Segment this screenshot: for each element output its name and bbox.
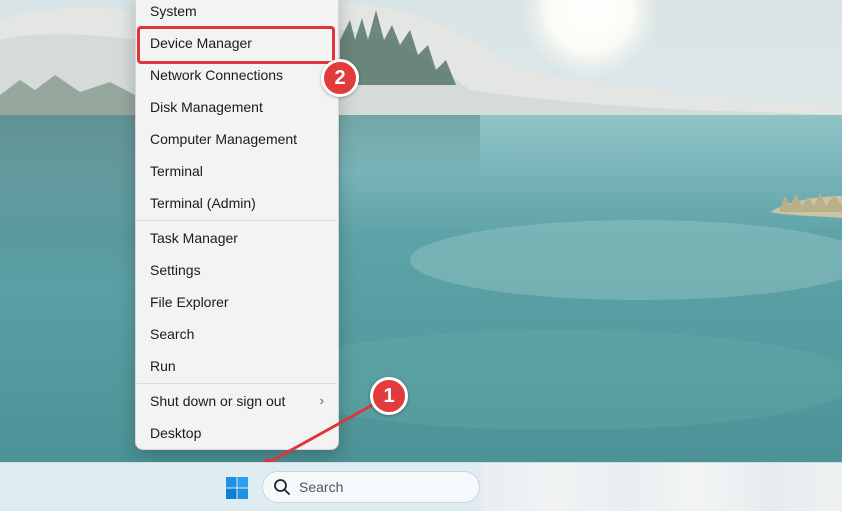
start-button[interactable] [222,473,252,503]
menu-item-label: Shut down or sign out [150,393,286,409]
menu-item-label: Desktop [150,425,202,441]
step-badge-2: 2 [321,59,359,97]
menu-item-label: Task Manager [150,230,238,246]
menu-item-shut-down-or-sign-out[interactable]: Shut down or sign out › [136,386,338,416]
menu-item-run[interactable]: Run [136,351,338,381]
menu-item-file-explorer[interactable]: File Explorer [136,287,338,317]
menu-item-label: System [150,3,197,19]
menu-item-label: Run [150,358,176,374]
menu-item-search[interactable]: Search [136,319,338,349]
taskbar: Search [0,462,842,511]
menu-item-desktop[interactable]: Desktop [136,418,338,448]
menu-item-system[interactable]: System [136,0,338,26]
search-placeholder: Search [299,479,344,495]
menu-item-settings[interactable]: Settings [136,255,338,285]
menu-item-terminal-admin[interactable]: Terminal (Admin) [136,188,338,218]
menu-item-label: Disk Management [150,99,263,115]
menu-item-label: Computer Management [150,131,298,147]
menu-item-network-connections[interactable]: Network Connections [136,60,338,90]
chevron-right-icon: › [319,393,324,408]
menu-item-device-manager[interactable]: Device Manager [136,28,338,58]
menu-item-computer-management[interactable]: Computer Management [136,124,338,154]
menu-item-label: Device Manager [150,35,252,51]
blurred-taskbar-tray [481,463,842,511]
search-icon [274,479,290,495]
desktop-wallpaper [0,0,842,462]
menu-item-label: Terminal [150,163,203,179]
menu-item-label: Search [150,326,195,342]
menu-separator [137,220,337,221]
menu-separator [137,383,337,384]
menu-item-terminal[interactable]: Terminal [136,156,338,186]
taskbar-search-box[interactable]: Search [262,471,480,503]
windows-logo-icon [226,477,248,499]
desktop-screen: System Device Manager Network Connection… [0,0,842,511]
menu-item-disk-management[interactable]: Disk Management [136,92,338,122]
menu-item-label: Settings [150,262,201,278]
winx-context-menu: System Device Manager Network Connection… [135,0,339,450]
step-badge-1: 1 [370,377,408,415]
menu-item-task-manager[interactable]: Task Manager [136,223,338,253]
menu-item-label: Terminal (Admin) [150,195,256,211]
menu-item-label: File Explorer [150,294,229,310]
menu-item-label: Network Connections [150,67,284,83]
